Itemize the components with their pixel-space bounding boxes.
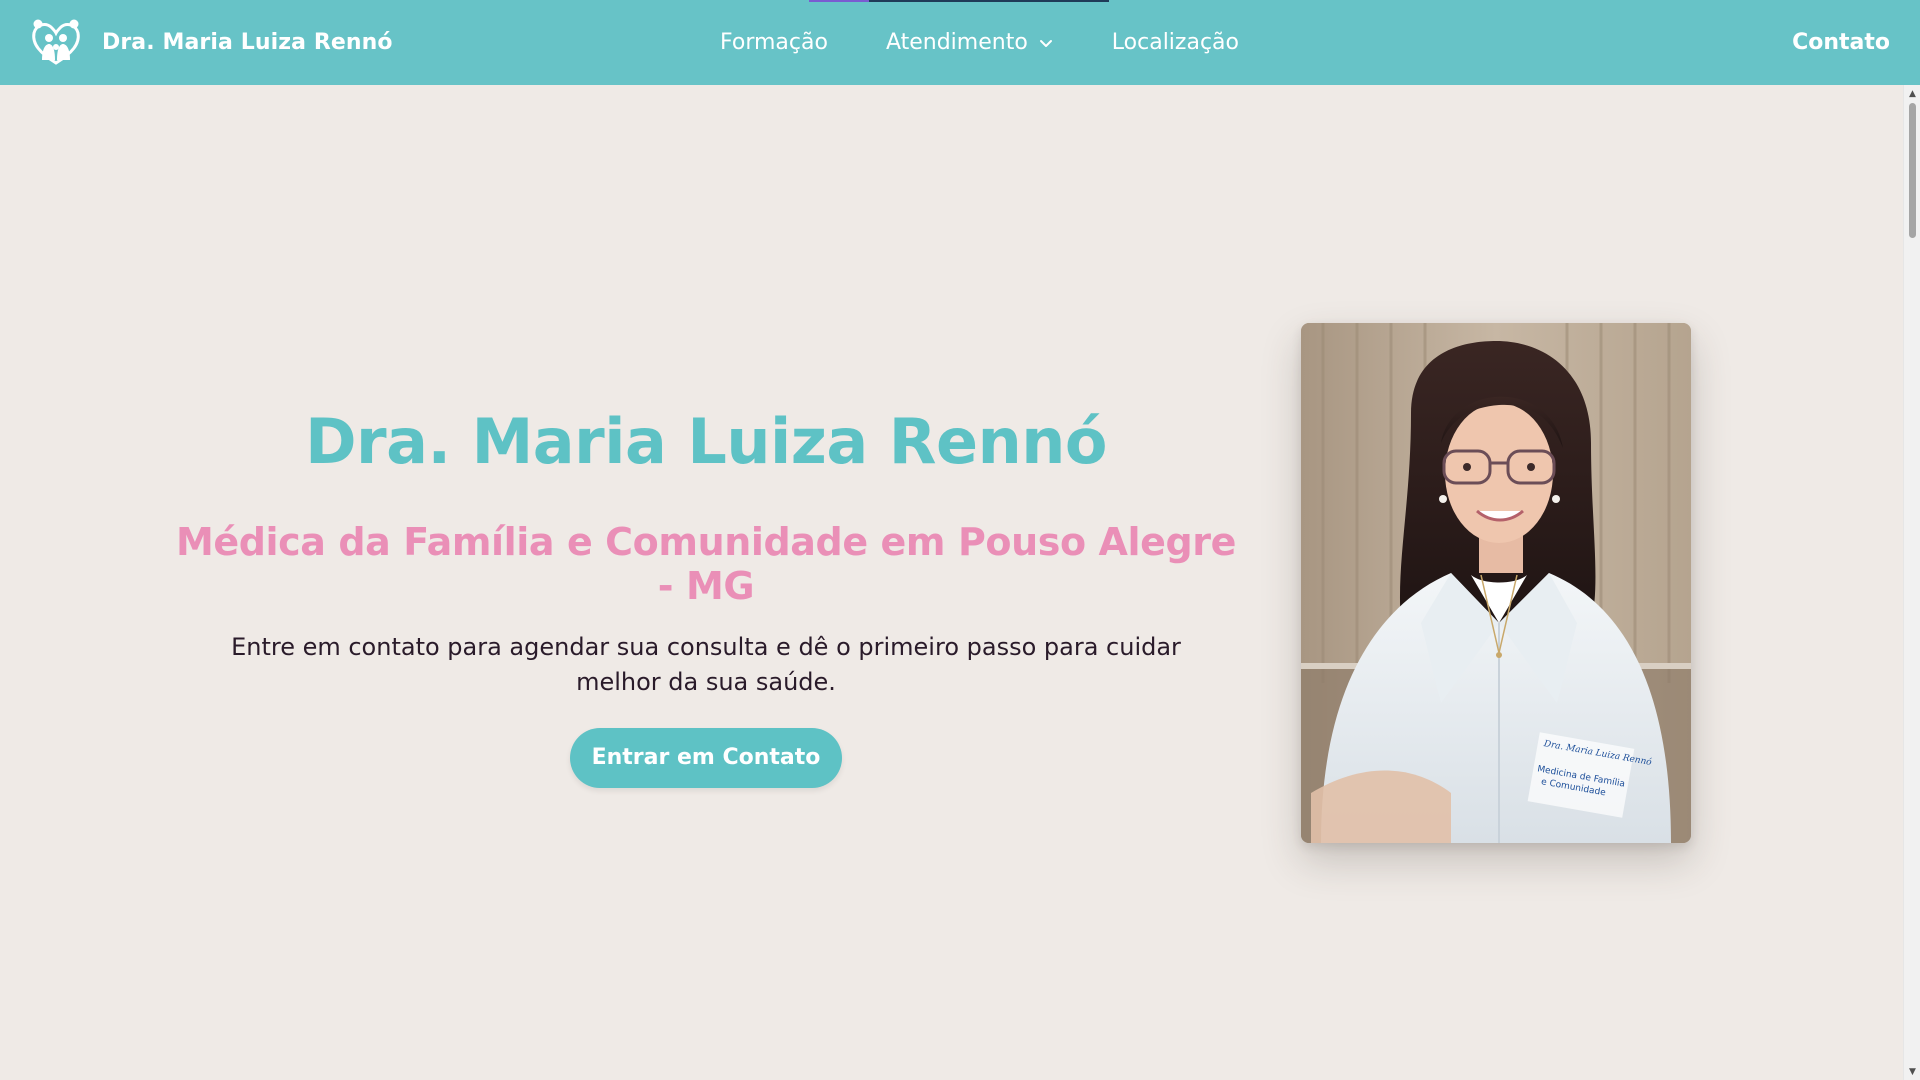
hero-description: Entre em contato para agendar sua consul… [231, 633, 1181, 696]
nav-link-label: Atendimento [885, 30, 1028, 55]
hero-subtitle: Médica da Família e Comunidade em Pouso … [175, 520, 1237, 608]
main-nav: Formação Atendimento Localização [720, 0, 1239, 85]
brand-home-link[interactable]: Dra. Maria Luiza Rennó [30, 14, 393, 70]
brand-name: Dra. Maria Luiza Rennó [102, 29, 393, 55]
page: Dra. Maria Luiza Rennó Formação Atendime… [0, 0, 1920, 1080]
doctor-portrait-illustration: Dra. Maria Luiza Rennó Medicina de Famíl… [1301, 323, 1691, 843]
page-scrollbar[interactable]: ▲ ▼ [1903, 85, 1920, 1080]
hero-section: Dra. Maria Luiza Rennó Médica da Família… [170, 405, 1242, 788]
nav-link-formacao[interactable]: Formação [720, 30, 828, 55]
family-heart-icon [32, 19, 80, 65]
hero-title: Dra. Maria Luiza Rennó [305, 405, 1107, 478]
scroll-up-arrow-icon[interactable]: ▲ [1904, 85, 1920, 102]
nav-link-label: Localização [1111, 30, 1239, 55]
nav-contact-link[interactable]: Contato [1792, 0, 1890, 85]
nav-link-localizacao[interactable]: Localização [1112, 30, 1239, 55]
nav-link-atendimento-dropdown[interactable]: Atendimento [886, 30, 1054, 55]
scroll-down-arrow-icon[interactable]: ▼ [1904, 1063, 1920, 1080]
doctor-photo: Dra. Maria Luiza Rennó Medicina de Famíl… [1301, 323, 1691, 843]
contact-cta-button[interactable]: Entrar em Contato [569, 728, 843, 788]
top-navbar: Dra. Maria Luiza Rennó Formação Atendime… [0, 0, 1920, 85]
scrollbar-thumb[interactable] [1909, 103, 1916, 238]
nav-link-label: Formação [720, 30, 828, 55]
chevron-down-icon [1039, 39, 1052, 47]
